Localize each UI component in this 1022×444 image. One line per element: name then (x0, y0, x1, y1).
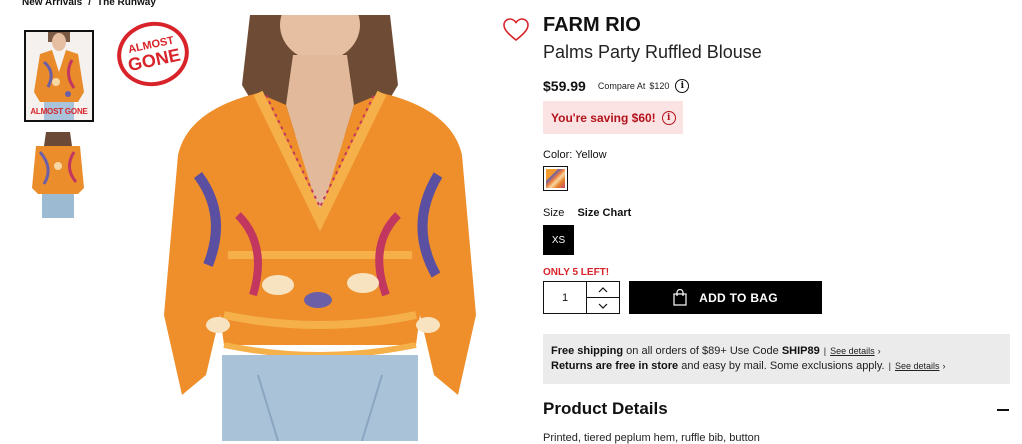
breadcrumb-separator: / (88, 0, 91, 8)
product-thumbnail-back-image (24, 132, 92, 218)
breadcrumb-new-arrivals[interactable]: New Arrivals (22, 0, 82, 8)
price-row: $59.99 Compare At $120 i (543, 78, 690, 94)
shipping-see-details-link[interactable]: See details (830, 346, 875, 356)
chevron-up-icon (598, 286, 608, 292)
returns-line: Returns are free in store and easy by ma… (551, 359, 1002, 374)
savings-info-icon[interactable]: i (661, 110, 676, 125)
breadcrumb-the-runway[interactable]: The Runway (97, 0, 156, 8)
chevron-right-icon: › (877, 346, 881, 356)
model-wearing-blouse-image (158, 15, 482, 441)
returns-text: and easy by mail. Some exclusions apply. (678, 360, 885, 372)
gallery-thumbnail-front[interactable]: ALMOST GONE (24, 30, 94, 122)
free-shipping-bold: Free shipping (551, 345, 624, 357)
size-selector-label: Size Size Chart (543, 207, 631, 219)
free-shipping-text: on all orders of $89+ Use Code (623, 345, 782, 357)
free-shipping-line: Free shipping on all orders of $89+ Use … (551, 344, 1002, 359)
quantity-decrease-button[interactable] (587, 298, 619, 313)
add-to-bag-label: ADD TO BAG (699, 290, 778, 305)
swatch-pattern (546, 169, 565, 188)
wishlist-button[interactable] (503, 18, 529, 42)
returns-bold: Returns are free in store (551, 360, 679, 372)
quantity-stepper: 1 (543, 281, 620, 314)
main-product-image (158, 15, 482, 441)
info-icon[interactable]: i (675, 79, 690, 93)
size-chart-link[interactable]: Size Chart (577, 207, 631, 219)
gallery-thumbnail-back[interactable] (24, 132, 92, 218)
thumbnail-almost-gone-badge: ALMOST GONE (30, 107, 88, 116)
divider: | (888, 361, 891, 371)
color-value: Yellow (575, 149, 607, 161)
quantity-increase-button[interactable] (587, 282, 619, 298)
color-swatch-yellow[interactable] (543, 166, 568, 191)
chevron-down-icon (598, 303, 608, 309)
compare-at-label: Compare At (597, 81, 646, 91)
chevron-right-icon: › (942, 361, 946, 371)
size-label: Size (543, 207, 565, 219)
color-label: Color: (543, 149, 573, 161)
minus-icon[interactable] (997, 409, 1009, 411)
heart-icon (503, 18, 529, 42)
product-title: Palms Party Ruffled Blouse (543, 42, 762, 62)
add-to-bag-button[interactable]: ADD TO BAG (629, 281, 822, 314)
stock-warning: ONLY 5 LEFT! (543, 267, 610, 278)
shopping-bag-icon (673, 289, 687, 306)
color-selector-label: Color: Yellow (543, 149, 607, 161)
divider: | (823, 346, 827, 356)
compare-at-price: $120 (649, 81, 670, 91)
savings-text: You're saving $60! (551, 110, 656, 125)
returns-see-details-link[interactable]: See details (895, 361, 940, 371)
promo-code: SHIP89 (781, 345, 820, 357)
product-details-heading[interactable]: Product Details (543, 399, 668, 419)
size-option-xs[interactable]: XS (543, 225, 574, 255)
quantity-input[interactable]: 1 (544, 282, 587, 313)
shipping-returns-banner: Free shipping on all orders of $89+ Use … (543, 334, 1010, 384)
product-details-text: Printed, tiered peplum hem, ruffle bib, … (543, 432, 760, 444)
savings-banner: You're saving $60! i (543, 101, 683, 134)
breadcrumb: New Arrivals / The Runway (22, 0, 156, 8)
current-price: $59.99 (543, 78, 586, 94)
product-brand[interactable]: FARM RIO (543, 14, 641, 37)
